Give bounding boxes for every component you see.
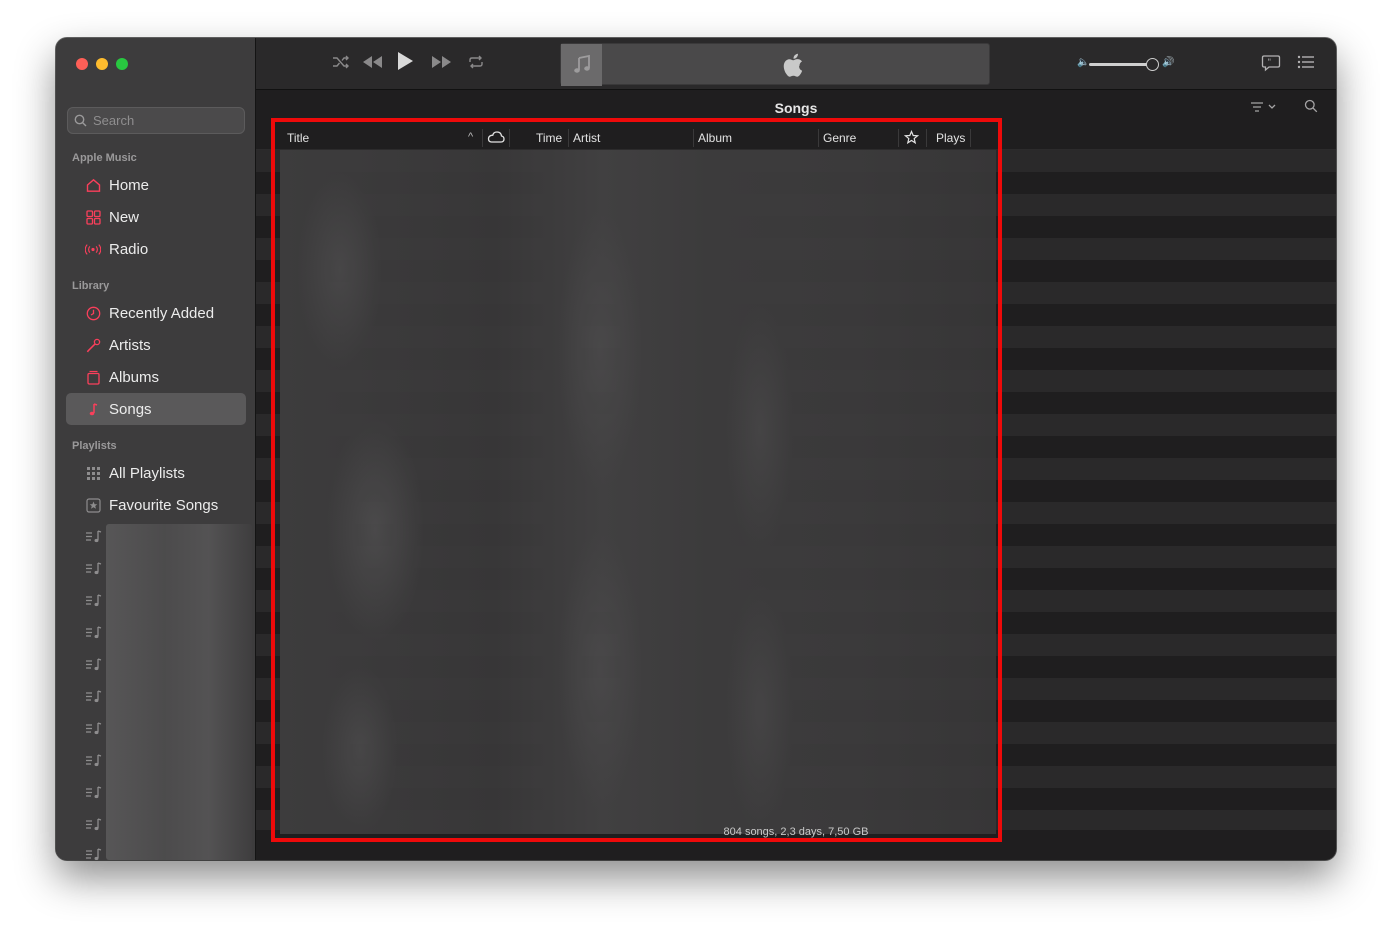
- sidebar-item-label: Radio: [109, 240, 149, 258]
- column-divider: [818, 129, 819, 147]
- apple-logo-icon: [783, 53, 803, 77]
- sidebar-item-label: New: [109, 208, 140, 226]
- column-header-genre[interactable]: Genre: [823, 131, 856, 145]
- playlist-icon[interactable]: [85, 817, 105, 833]
- playlist-icon[interactable]: [85, 625, 105, 641]
- redacted-playlists: [106, 524, 252, 860]
- music-window: Apple Music Home New Radio Library Recen…: [56, 38, 1336, 860]
- cloud-icon[interactable]: [487, 130, 505, 147]
- star-icon[interactable]: [903, 129, 920, 148]
- volume-slider[interactable]: [1089, 63, 1149, 66]
- playlist-icon[interactable]: [85, 689, 105, 705]
- grid-icon: [85, 465, 101, 481]
- column-divider: [568, 129, 569, 147]
- column-divider: [970, 129, 971, 147]
- playlist-icon[interactable]: [85, 785, 105, 801]
- sidebar-item-label: Artists: [109, 336, 151, 354]
- songs-view: Songs Title ^ Time Artist Album Genre Pl…: [256, 90, 1336, 860]
- close-button[interactable]: [76, 58, 88, 70]
- sidebar-item-recently-added[interactable]: Recently Added: [66, 297, 246, 329]
- playlist-icon[interactable]: [85, 847, 105, 860]
- rewind-icon[interactable]: [360, 54, 384, 75]
- sidebar-item-artists[interactable]: Artists: [66, 329, 246, 361]
- star-icon: [85, 497, 101, 513]
- column-headers: Title ^ Time Artist Album Genre Plays: [256, 126, 1336, 150]
- sidebar: Apple Music Home New Radio Library Recen…: [56, 38, 256, 860]
- column-divider: [509, 129, 510, 147]
- page-title: Songs: [774, 100, 818, 116]
- grid-icon: [85, 209, 101, 225]
- sidebar-search[interactable]: [67, 107, 245, 134]
- radio-icon: [85, 241, 101, 257]
- redacted-song-rows: [280, 150, 996, 834]
- playlist-icon[interactable]: [85, 593, 105, 609]
- clock-icon: [85, 305, 101, 321]
- search-input[interactable]: [91, 112, 241, 129]
- column-divider: [898, 129, 899, 147]
- sidebar-item-new[interactable]: New: [66, 201, 246, 233]
- repeat-icon[interactable]: [468, 54, 484, 75]
- sidebar-item-radio[interactable]: Radio: [66, 233, 246, 265]
- column-header-artist[interactable]: Artist: [573, 131, 600, 145]
- playlist-icon[interactable]: [85, 657, 105, 673]
- microphone-icon: [85, 337, 101, 353]
- sidebar-item-albums[interactable]: Albums: [66, 361, 246, 393]
- toolbar: 🔈 🔊 ": [256, 38, 1336, 90]
- queue-list-icon[interactable]: [1297, 54, 1315, 75]
- playlist-icon[interactable]: [85, 753, 105, 769]
- library-summary: 804 songs, 2,3 days, 7,50 GB: [723, 826, 869, 838]
- playlist-icon[interactable]: [85, 529, 105, 545]
- sidebar-item-label: Songs: [109, 400, 152, 418]
- fast-forward-icon[interactable]: [430, 54, 454, 75]
- apple-music-section-label: Apple Music: [72, 152, 137, 164]
- volume-high-icon: 🔊: [1162, 57, 1175, 68]
- column-divider: [482, 129, 483, 147]
- column-header-plays[interactable]: Plays: [936, 131, 965, 145]
- column-header-album[interactable]: Album: [698, 131, 732, 145]
- sidebar-item-favourite-songs[interactable]: Favourite Songs: [66, 489, 246, 521]
- sidebar-item-label: Home: [109, 176, 150, 194]
- search-icon: [74, 114, 87, 127]
- volume-low-icon: 🔈: [1077, 57, 1090, 68]
- sidebar-item-label: Favourite Songs: [109, 496, 219, 514]
- column-divider: [693, 129, 694, 147]
- column-divider: [926, 129, 927, 147]
- playlists-section-label: Playlists: [72, 440, 117, 452]
- sidebar-item-home[interactable]: Home: [66, 169, 246, 201]
- sidebar-item-songs[interactable]: Songs: [66, 393, 246, 425]
- window-controls: [76, 58, 128, 70]
- library-section-label: Library: [72, 280, 110, 292]
- column-header-time[interactable]: Time: [536, 131, 562, 145]
- view-options-icon[interactable]: [1250, 100, 1278, 117]
- shuffle-icon[interactable]: [332, 54, 350, 75]
- minimize-button[interactable]: [96, 58, 108, 70]
- album-icon: [85, 369, 101, 385]
- sidebar-item-label: Recently Added: [109, 304, 215, 322]
- lyrics-icon[interactable]: ": [1261, 54, 1281, 77]
- search-icon[interactable]: [1304, 99, 1318, 116]
- playlist-icon[interactable]: [85, 561, 105, 577]
- playlist-icon[interactable]: [85, 721, 105, 737]
- zoom-button[interactable]: [116, 58, 128, 70]
- album-art-placeholder-icon: [561, 44, 602, 86]
- sort-ascending-icon[interactable]: ^: [468, 131, 473, 143]
- home-icon: [85, 177, 101, 193]
- column-header-title[interactable]: Title: [287, 131, 309, 145]
- sidebar-item-all-playlists[interactable]: All Playlists: [66, 457, 246, 489]
- now-playing-display[interactable]: [560, 43, 990, 86]
- svg-text:": ": [1268, 58, 1272, 67]
- volume-slider-knob[interactable]: [1146, 58, 1159, 71]
- music-note-icon: [85, 401, 101, 417]
- play-icon[interactable]: [396, 50, 414, 78]
- sidebar-item-label: All Playlists: [109, 464, 185, 482]
- sidebar-item-label: Albums: [109, 368, 160, 386]
